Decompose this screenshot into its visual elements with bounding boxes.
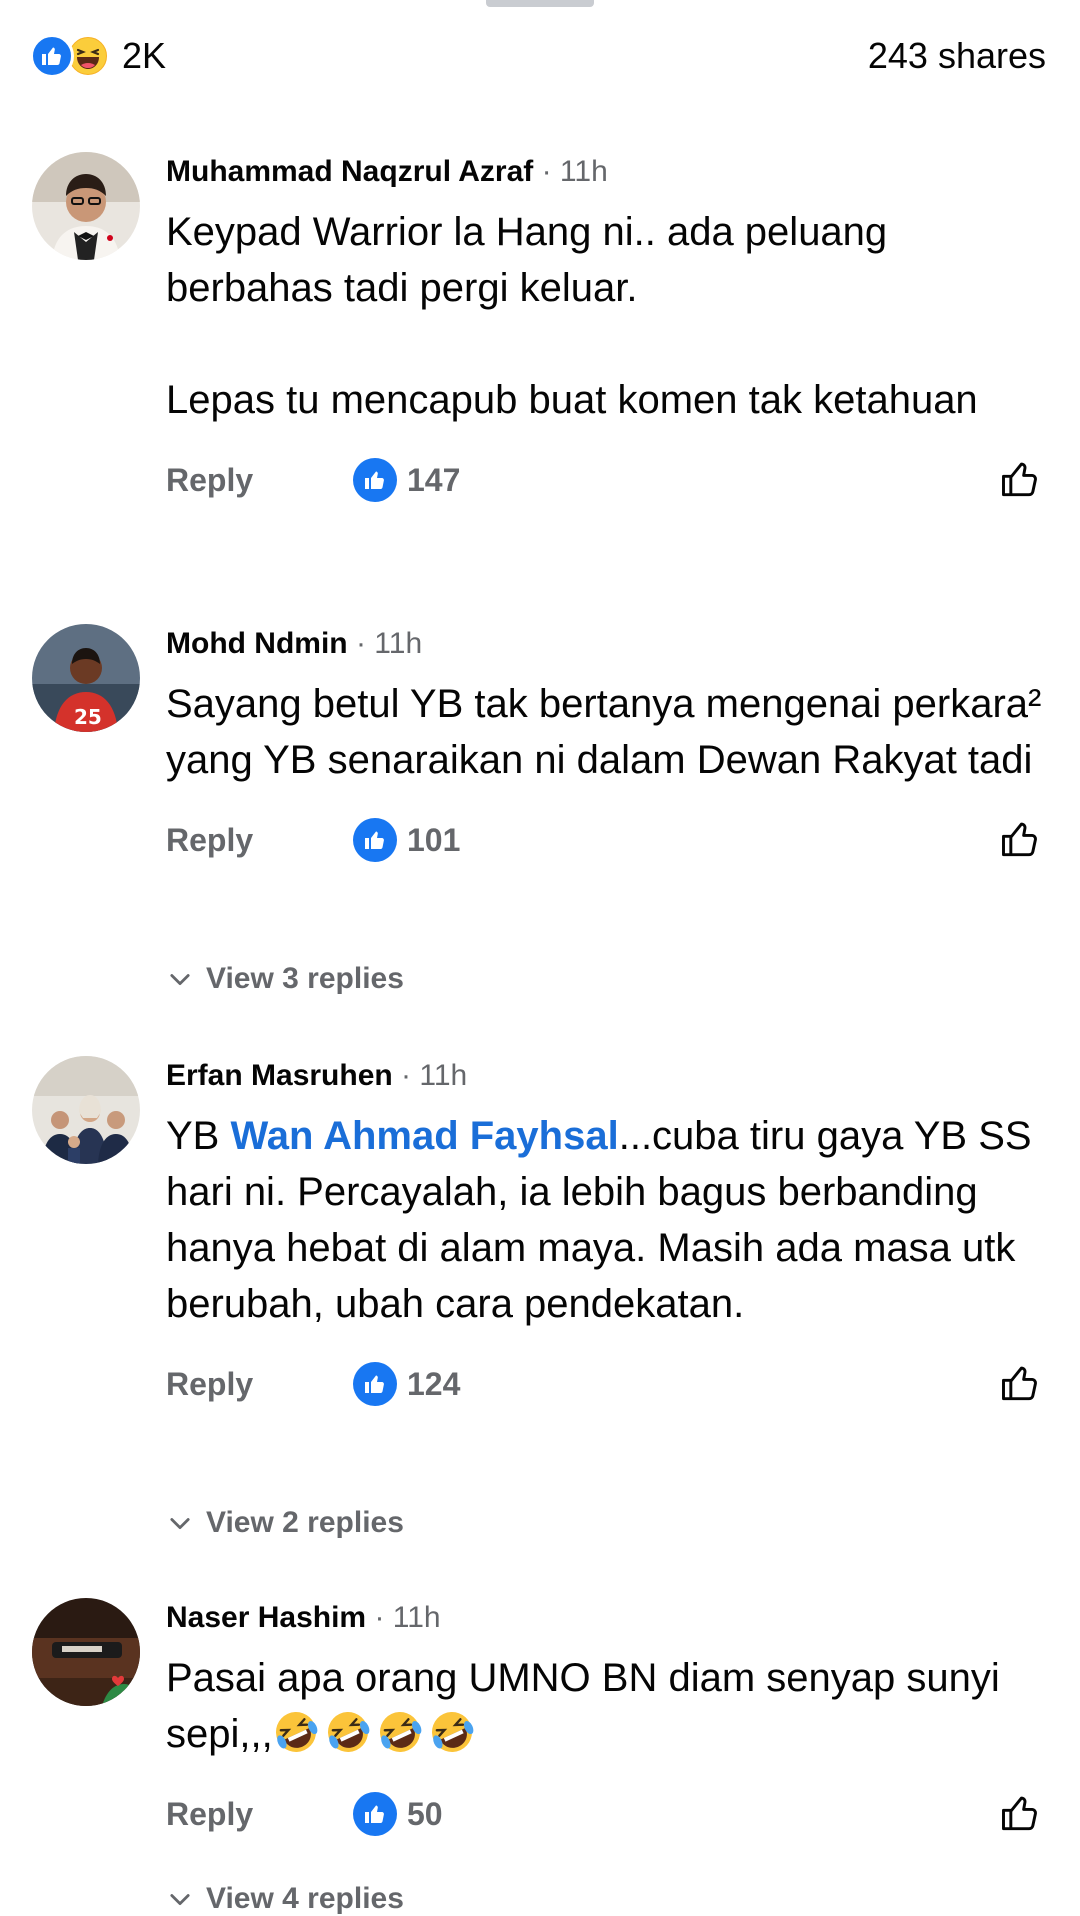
view-replies-label: View 4 replies <box>206 1882 404 1915</box>
comment-time: · 11h <box>366 1601 441 1634</box>
like-icon <box>30 34 74 78</box>
reply-button[interactable]: Reply <box>166 822 253 859</box>
view-replies-label: View 3 replies <box>206 962 404 995</box>
like-icon <box>353 1792 397 1836</box>
avatar[interactable] <box>32 1598 140 1706</box>
reaction-summary-bar: 2K 243 shares <box>30 30 1046 82</box>
chevron-down-icon <box>170 1518 190 1530</box>
reply-button[interactable]: Reply <box>166 1366 253 1403</box>
share-count[interactable]: 243 shares <box>868 35 1046 77</box>
like-count-value: 101 <box>407 821 461 858</box>
like-icon <box>353 818 397 862</box>
chevron-down-icon <box>170 1894 190 1906</box>
commenter-name[interactable]: Naser Hashim <box>166 1601 366 1634</box>
like-count-value: 147 <box>407 461 461 498</box>
avatar[interactable]: 25 <box>32 624 140 732</box>
view-replies-label: View 2 replies <box>206 1506 404 1539</box>
view-replies-link[interactable]: View 2 replies <box>166 1506 404 1540</box>
svg-text:25: 25 <box>74 705 102 729</box>
view-replies-link[interactable]: View 4 replies <box>166 1882 404 1916</box>
commenter-name[interactable]: Mohd Ndmin <box>166 627 348 660</box>
sheet-grabber[interactable] <box>486 0 594 7</box>
avatar[interactable] <box>32 152 140 260</box>
reactions[interactable]: 2K <box>30 34 166 78</box>
comment-time: · 11h <box>347 627 423 660</box>
like-icon <box>353 458 397 502</box>
rofl-icon <box>273 1712 481 1756</box>
thumbs-up-icon[interactable] <box>994 454 1046 506</box>
like-count-value: 124 <box>407 1365 461 1402</box>
comment-time: · 11h <box>392 1059 468 1092</box>
reply-button[interactable]: Reply <box>166 462 253 499</box>
commenter-name[interactable]: Muhammad Naqzrul Azraf <box>166 155 533 188</box>
comment-text: Keypad Warrior la Hang ni.. ada peluang … <box>166 210 978 422</box>
comment-actions: Reply 124 <box>166 1358 1046 1414</box>
reply-button[interactable]: Reply <box>166 1796 253 1833</box>
thumbs-up-icon[interactable] <box>994 1788 1046 1840</box>
avatar[interactable] <box>32 1056 140 1164</box>
like-count-value: 50 <box>407 1795 443 1832</box>
comment-time: · 11h <box>533 155 608 188</box>
like-count[interactable]: 147 <box>353 458 460 502</box>
like-icon <box>353 1362 397 1406</box>
like-count[interactable]: 124 <box>353 1362 460 1406</box>
comment-actions: Reply 101 <box>166 814 1046 870</box>
comment-text-prefix: YB <box>166 1114 231 1158</box>
view-replies-link[interactable]: View 3 replies <box>166 962 404 996</box>
like-count[interactable]: 50 <box>353 1792 443 1836</box>
reaction-count: 2K <box>122 35 167 76</box>
comment-actions: Reply 147 <box>166 454 1046 510</box>
thumbs-up-icon[interactable] <box>994 1358 1046 1410</box>
comment-text: Pasai apa orang UMNO BN diam senyap suny… <box>166 1650 1046 1762</box>
thumbs-up-icon[interactable] <box>994 814 1046 866</box>
comment-text: Sayang betul YB tak bertanya mengenai pe… <box>166 682 1053 782</box>
commenter-name[interactable]: Erfan Masruhen <box>166 1059 393 1092</box>
chevron-down-icon <box>170 974 190 986</box>
comment-actions: Reply 50 <box>166 1788 1046 1844</box>
mention-link[interactable]: Wan Ahmad Fayhsal <box>230 1114 618 1158</box>
comment-text: YB Wan Ahmad Fayhsal...cuba tiru gaya YB… <box>166 1108 1046 1332</box>
like-count[interactable]: 101 <box>353 818 460 862</box>
